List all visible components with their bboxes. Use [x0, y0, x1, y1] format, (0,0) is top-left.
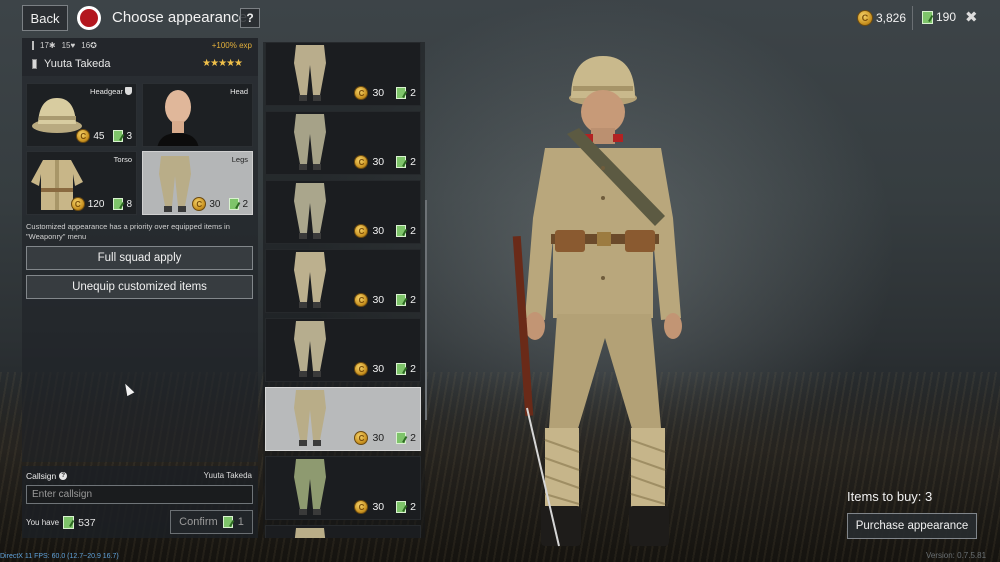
- item-list-scrollbar[interactable]: [425, 200, 427, 420]
- trousers-icon: [294, 321, 326, 377]
- top-bar: Back Choose appearance ? 3,826 190 ✖: [0, 0, 1000, 38]
- callsign-current-name: Yuuta Takeda: [203, 471, 252, 480]
- item-card[interactable]: [265, 525, 421, 538]
- ticket-amount: 190: [936, 10, 957, 24]
- callsign-help-icon[interactable]: ?: [59, 472, 68, 480]
- help-button[interactable]: ?: [240, 8, 260, 28]
- item-price: 302: [354, 293, 416, 307]
- gold-coin-icon: [354, 431, 369, 445]
- slot-price: 120 8: [70, 197, 132, 211]
- item-price: 302: [354, 224, 416, 238]
- slot-head[interactable]: Head: [142, 83, 253, 147]
- ticket-icon: [396, 156, 407, 168]
- gold-coin-icon: [354, 155, 369, 169]
- ticket-icon: [396, 87, 407, 99]
- item-card[interactable]: 302: [265, 111, 421, 175]
- item-card[interactable]: 302: [265, 318, 421, 382]
- slot-legs[interactable]: Legs 30 2: [142, 151, 253, 215]
- purchase-appearance-button[interactable]: Purchase appearance: [847, 513, 977, 539]
- items-to-buy: Items to buy: 3: [847, 489, 933, 504]
- item-price: 302: [354, 86, 416, 100]
- item-price: 302: [354, 431, 416, 445]
- item-card[interactable]: 302: [265, 249, 421, 313]
- slot-torso[interactable]: Torso 120 8: [26, 151, 137, 215]
- ticket-icon: [396, 294, 407, 306]
- item-price: 302: [354, 155, 416, 169]
- slot-price: 45 3: [76, 129, 132, 143]
- close-button[interactable]: ✖: [965, 8, 978, 26]
- stat-health: 15♥: [61, 41, 76, 50]
- callsign-panel: Callsign ? Yuuta Takeda Enter callsign Y…: [22, 466, 258, 538]
- rank-icon: [32, 59, 37, 69]
- confirm-button[interactable]: Confirm 1: [170, 510, 253, 534]
- gold-coin-icon: [354, 293, 369, 307]
- ticket-icon: [229, 198, 240, 210]
- trousers-icon: [294, 114, 326, 170]
- soldier-rating-stars: ★★★★★: [202, 58, 243, 69]
- fps-counter: DirectX 11 FPS: 60.0 (12.7~20.9 16.7): [0, 553, 119, 560]
- ticket-icon: [396, 501, 407, 513]
- gold-amount: 3,826: [876, 11, 907, 25]
- item-card[interactable]: 302: [265, 180, 421, 244]
- version-label: Version: 0.7.5.81: [926, 551, 987, 560]
- item-price: 302: [354, 500, 416, 514]
- trousers-icon: [159, 156, 191, 212]
- soldier-stats: 17✱ 15♥ 16✪: [32, 41, 97, 50]
- trousers-icon: [294, 528, 326, 538]
- ticket-icon: [922, 10, 933, 24]
- gold-coin-icon: [354, 500, 369, 514]
- ticket-balance: 190: [922, 10, 956, 24]
- item-card[interactable]: 302: [265, 456, 421, 520]
- gold-coin-icon: [354, 86, 369, 100]
- rank-bar-icon: [32, 41, 34, 50]
- gold-coin-icon: [354, 224, 369, 238]
- faction-emblem-icon: [77, 6, 101, 30]
- legs-item-list[interactable]: 302 302 302 302 302 302 302: [263, 42, 425, 538]
- trousers-icon: [294, 183, 326, 239]
- gold-coin-icon: [192, 197, 207, 211]
- soldier-header: 17✱ 15♥ 16✪ +100% exp Yuuta Takeda ★★★★★: [22, 38, 258, 76]
- callsign-label: Callsign ?: [26, 471, 68, 481]
- item-card[interactable]: 302: [265, 387, 421, 451]
- slot-headgear[interactable]: Headgear 45 3: [26, 83, 137, 147]
- page-title: Choose appearance: [112, 9, 248, 26]
- slot-label: Headgear: [90, 87, 132, 96]
- slot-label: Head: [230, 87, 248, 96]
- gold-coin-icon: [76, 129, 91, 143]
- divider: [912, 6, 913, 30]
- gold-coin-icon: [70, 197, 85, 211]
- shield-icon: [125, 87, 132, 95]
- trousers-icon: [294, 45, 326, 101]
- exp-bonus: +100% exp: [211, 41, 252, 50]
- ticket-icon: [113, 130, 124, 142]
- trousers-icon: [294, 459, 326, 515]
- stat-stamina: 16✪: [81, 41, 97, 50]
- ticket-icon: [396, 225, 407, 237]
- gold-coin-icon: [857, 10, 873, 26]
- soldier-name: Yuuta Takeda: [44, 58, 111, 70]
- you-have-balance: You have 537: [26, 516, 96, 529]
- callsign-input[interactable]: Enter callsign: [26, 485, 253, 504]
- trousers-icon: [294, 252, 326, 308]
- head-icon: [157, 90, 199, 146]
- gold-balance: 3,826: [857, 10, 906, 26]
- ticket-icon: [396, 432, 407, 444]
- ticket-icon: [222, 516, 233, 528]
- priority-note: Customized appearance has a priority ove…: [26, 222, 230, 241]
- stat-attack: 17✱: [40, 41, 56, 50]
- soldier-model: [512, 56, 682, 547]
- slot-label: Legs: [231, 155, 248, 164]
- ticket-icon: [396, 363, 407, 375]
- item-card[interactable]: 302: [265, 42, 421, 106]
- back-button[interactable]: Back: [22, 5, 68, 31]
- ticket-icon: [63, 516, 75, 529]
- item-price: 302: [354, 362, 416, 376]
- ticket-icon: [113, 198, 124, 210]
- trousers-icon: [294, 390, 326, 446]
- slot-price: 30 2: [192, 197, 248, 211]
- unequip-customized-button[interactable]: Unequip customized items: [26, 275, 253, 299]
- gold-coin-icon: [354, 362, 369, 376]
- slot-label: Torso: [113, 155, 132, 164]
- full-squad-apply-button[interactable]: Full squad apply: [26, 246, 253, 270]
